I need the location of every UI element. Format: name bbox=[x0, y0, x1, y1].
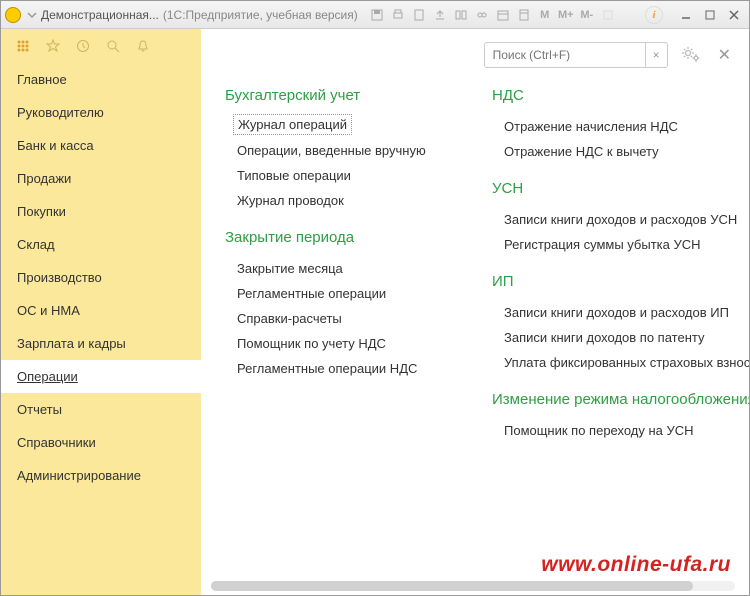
minimize-button[interactable] bbox=[675, 6, 697, 24]
menu-link[interactable]: Справки-расчеты bbox=[225, 306, 462, 331]
horizontal-scrollbar[interactable] bbox=[211, 581, 735, 591]
panel-close-button[interactable]: ✕ bbox=[714, 45, 735, 65]
doc-icon[interactable] bbox=[410, 6, 428, 24]
calc-icon[interactable] bbox=[515, 6, 533, 24]
section-title[interactable]: Закрытие периода bbox=[225, 229, 462, 246]
nav-item[interactable]: Справочники bbox=[1, 426, 201, 459]
menu-link[interactable]: Записи книги доходов и расходов УСН bbox=[492, 207, 729, 232]
menu-link[interactable]: Отражение начисления НДС bbox=[492, 114, 729, 139]
search-input[interactable] bbox=[485, 48, 645, 62]
column-left: Бухгалтерский учет Журнал операций Операци… bbox=[225, 87, 462, 443]
nav-item-label: Склад bbox=[17, 237, 55, 252]
app-logo-icon bbox=[5, 7, 21, 23]
star-icon[interactable] bbox=[45, 38, 61, 54]
nav-list: Главное Руководителю Банк и касса Продажи По… bbox=[1, 63, 201, 492]
menu-link[interactable]: Регламентные операции bbox=[225, 281, 462, 306]
print-icon[interactable] bbox=[389, 6, 407, 24]
nav-item-label: Руководителю bbox=[17, 105, 104, 120]
nav-item[interactable]: Банк и касса bbox=[1, 129, 201, 162]
memory-m-button[interactable]: M bbox=[536, 6, 554, 24]
menu-link[interactable]: Операции, введенные вручную bbox=[225, 138, 462, 163]
search-icon[interactable] bbox=[105, 38, 121, 54]
nav-item-label: Продажи bbox=[17, 171, 71, 186]
nav-item[interactable]: Отчеты bbox=[1, 393, 201, 426]
nav-item-label: Банк и касса bbox=[17, 138, 94, 153]
nav-item[interactable]: Главное bbox=[1, 63, 201, 96]
search-clear-button[interactable]: × bbox=[645, 43, 667, 67]
app-window: Демонстрационная... (1С:Предприятие, уче… bbox=[0, 0, 750, 596]
section-title[interactable]: Изменение режима налогообложения bbox=[492, 391, 729, 408]
link-icon[interactable] bbox=[473, 6, 491, 24]
save-icon[interactable] bbox=[368, 6, 386, 24]
menu-link[interactable]: Типовые операции bbox=[225, 163, 462, 188]
nav-item[interactable]: Склад bbox=[1, 228, 201, 261]
menu-link[interactable]: Журнал операций bbox=[233, 114, 352, 135]
menu-link[interactable]: Отражение НДС к вычету bbox=[492, 139, 729, 164]
nav-item-label: Главное bbox=[17, 72, 67, 87]
nav-item-label: Администрирование bbox=[17, 468, 141, 483]
menu-link[interactable]: Записи книги доходов по патенту bbox=[492, 325, 729, 350]
nav-item[interactable]: Зарплата и кадры bbox=[1, 327, 201, 360]
watermark: www.online-ufa.ru bbox=[541, 553, 731, 577]
upload-icon[interactable] bbox=[431, 6, 449, 24]
menu-link[interactable]: Помощник по переходу на УСН bbox=[492, 418, 729, 443]
gear-icon[interactable] bbox=[676, 45, 706, 66]
memory-mminus-button[interactable]: M- bbox=[578, 6, 596, 24]
nav-item[interactable]: Производство bbox=[1, 261, 201, 294]
sidebar-toolbar bbox=[1, 29, 201, 63]
dropdown-icon[interactable] bbox=[27, 10, 37, 20]
nav-item-label: ОС и НМА bbox=[17, 303, 80, 318]
toolbar-icons: M M+ M- bbox=[368, 6, 617, 24]
menu-link[interactable]: Записи книги доходов и расходов ИП bbox=[492, 300, 729, 325]
column-right: НДС Отражение начисления НДСОтражение НДС… bbox=[492, 87, 729, 443]
nav-item-label: Производство bbox=[17, 270, 102, 285]
menu-link[interactable]: Журнал проводок bbox=[225, 188, 462, 213]
memory-mplus-button[interactable]: M+ bbox=[557, 6, 575, 24]
content-area: Бухгалтерский учет Журнал операций Операци… bbox=[201, 81, 749, 595]
nav-item-label: Зарплата и кадры bbox=[17, 336, 126, 351]
history-icon[interactable] bbox=[75, 38, 91, 54]
menu-link[interactable]: Помощник по учету НДС bbox=[225, 331, 462, 356]
section-title[interactable]: Бухгалтерский учет bbox=[225, 87, 462, 104]
nav-item[interactable]: Операции bbox=[1, 360, 201, 393]
nav-item-label: Справочники bbox=[17, 435, 96, 450]
nav-item[interactable]: Администрирование bbox=[1, 459, 201, 492]
sep-icon bbox=[599, 6, 617, 24]
menu-link[interactable]: Регистрация суммы убытка УСН bbox=[492, 232, 729, 257]
section-title[interactable]: НДС bbox=[492, 87, 729, 104]
section-title[interactable]: УСН bbox=[492, 180, 729, 197]
menu-link[interactable]: Регламентные операции НДС bbox=[225, 356, 462, 381]
calendar-icon[interactable] bbox=[494, 6, 512, 24]
nav-item-label: Операции bbox=[17, 369, 78, 384]
nav-item-label: Отчеты bbox=[17, 402, 62, 417]
info-icon[interactable]: i bbox=[645, 6, 663, 24]
nav-item[interactable]: ОС и НМА bbox=[1, 294, 201, 327]
nav-item-label: Покупки bbox=[17, 204, 66, 219]
nav-item[interactable]: Руководителю bbox=[1, 96, 201, 129]
maximize-button[interactable] bbox=[699, 6, 721, 24]
section-title[interactable]: ИП bbox=[492, 273, 729, 290]
compare-icon[interactable] bbox=[452, 6, 470, 24]
menu-link[interactable]: Уплата фиксированных страховых взносов bbox=[492, 350, 729, 375]
window-subtitle: (1С:Предприятие, учебная версия) bbox=[163, 8, 358, 22]
nav-item[interactable]: Продажи bbox=[1, 162, 201, 195]
main-toolbar: × ✕ bbox=[201, 29, 749, 81]
search-box: × bbox=[484, 42, 668, 68]
bell-icon[interactable] bbox=[135, 38, 151, 54]
nav-item[interactable]: Покупки bbox=[1, 195, 201, 228]
titlebar: Демонстрационная... (1С:Предприятие, уче… bbox=[1, 1, 749, 29]
menu-link[interactable]: Закрытие месяца bbox=[225, 256, 462, 281]
main-panel: × ✕ Бухгалтерский учет Журнал операций Опе… bbox=[201, 29, 749, 595]
apps-icon[interactable] bbox=[15, 38, 31, 54]
close-button[interactable] bbox=[723, 6, 745, 24]
window-title: Демонстрационная... bbox=[41, 8, 159, 22]
sidebar: Главное Руководителю Банк и касса Продажи По… bbox=[1, 29, 201, 595]
app-body: Главное Руководителю Банк и касса Продажи По… bbox=[1, 29, 749, 595]
